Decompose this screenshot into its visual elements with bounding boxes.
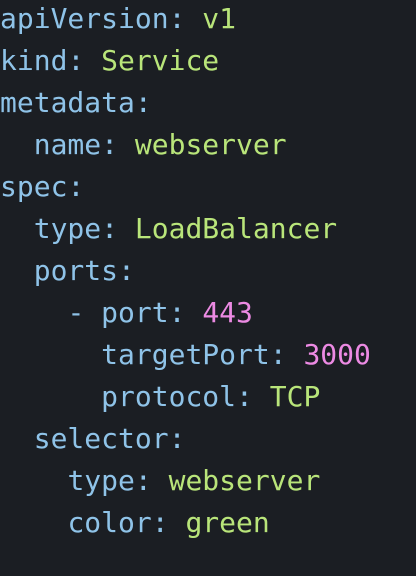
yaml-key: type <box>67 464 135 497</box>
yaml-list-dash: - <box>67 296 85 329</box>
yaml-key: apiVersion <box>0 2 169 35</box>
code-line-metadata: metadata: <box>0 82 152 124</box>
yaml-key: targetPort <box>101 338 270 371</box>
yaml-key: selector <box>33 422 169 455</box>
yaml-colon: : <box>168 422 186 455</box>
code-line-ports: ports: <box>0 250 135 292</box>
yaml-value: 3000 <box>303 338 371 371</box>
yaml-value: green <box>185 506 270 539</box>
code-line-spec: spec: <box>0 166 84 208</box>
yaml-value: v1 <box>202 2 237 35</box>
yaml-key: port <box>101 296 169 329</box>
yaml-code-editor[interactable]: apiVersion: v1 kind: Service metadata: n… <box>0 0 416 576</box>
yaml-colon: : <box>168 296 186 329</box>
code-line-spec-type: type: LoadBalancer <box>0 208 337 250</box>
yaml-value: webserver <box>134 128 287 161</box>
yaml-key: name <box>33 128 102 161</box>
code-line-metadata-name: name: webserver <box>0 124 287 166</box>
code-line-selector: selector: <box>0 418 186 460</box>
yaml-colon: : <box>151 506 169 539</box>
yaml-value: 443 <box>202 296 253 329</box>
yaml-colon: : <box>269 338 287 371</box>
code-line-selector-color: color: green <box>0 502 270 544</box>
yaml-colon: : <box>168 2 186 35</box>
yaml-colon: : <box>118 254 135 287</box>
yaml-key: ports <box>33 254 119 287</box>
yaml-value: webserver <box>168 464 321 497</box>
code-line-selector-type: type: webserver <box>0 460 320 502</box>
code-line-port: - port: 443 <box>0 292 253 334</box>
yaml-key: metadata <box>0 86 135 119</box>
yaml-value: TCP <box>269 380 321 413</box>
code-line-targetport: targetPort: 3000 <box>0 334 371 376</box>
yaml-key: color <box>67 506 152 539</box>
yaml-colon: : <box>134 464 152 497</box>
yaml-colon: : <box>101 128 119 161</box>
yaml-key: protocol <box>101 380 237 413</box>
yaml-colon: : <box>134 86 152 119</box>
yaml-key: kind <box>0 44 68 77</box>
yaml-colon: : <box>236 380 253 413</box>
code-line-protocol: protocol: TCP <box>0 376 320 418</box>
yaml-colon: : <box>101 212 119 245</box>
yaml-colon: : <box>67 44 85 77</box>
yaml-colon: : <box>67 170 85 203</box>
yaml-value: Service <box>101 44 220 77</box>
code-line-kind: kind: Service <box>0 40 219 82</box>
yaml-key: spec <box>0 170 68 203</box>
code-line-apiversion: apiVersion: v1 <box>0 0 236 40</box>
yaml-key: type <box>33 212 102 245</box>
yaml-value: LoadBalancer <box>134 212 338 245</box>
